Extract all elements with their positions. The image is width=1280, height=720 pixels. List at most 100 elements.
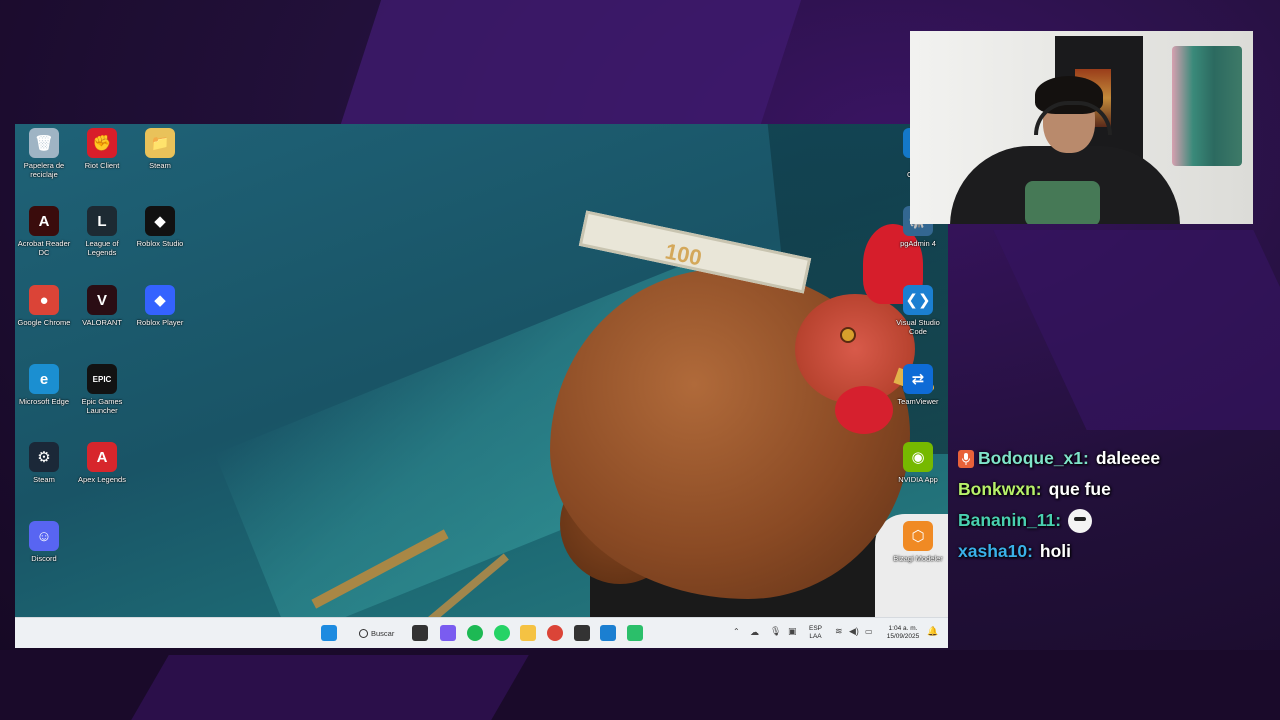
shortcut-label-line1: Steam	[33, 475, 55, 484]
chrome-shortcut[interactable]: ● Google Chrome	[15, 285, 73, 327]
webcam-clothes-rack	[1172, 46, 1242, 166]
steam-shortcut[interactable]: ⚙ Steam	[15, 442, 73, 484]
apex-shortcut[interactable]: A Apex Legends	[73, 442, 131, 484]
league-shortcut[interactable]: L League of Legends	[73, 206, 131, 257]
spotify-icon[interactable]	[467, 625, 483, 641]
battery-icon[interactable]: ▭	[865, 627, 873, 636]
chevron-up-icon[interactable]: ⌃	[733, 627, 740, 636]
shortcut-label-line1: Epic Games	[81, 397, 123, 406]
streamer-shirt-print	[1025, 181, 1100, 224]
acrobat-icon: A	[29, 206, 59, 236]
shortcut-label-line2: DC	[38, 248, 50, 257]
nvidia-shortcut[interactable]: ◉ NVIDIA App	[889, 442, 947, 484]
start-icon[interactable]	[321, 625, 337, 641]
shortcut-label-line1: Google Chrome	[17, 318, 71, 327]
shortcut-label: Epic Games Launcher	[73, 397, 131, 415]
shortcut-label: Steam	[15, 475, 73, 484]
shortcut-label-line1: Roblox Studio	[136, 239, 184, 248]
task-view-icon[interactable]	[412, 625, 428, 641]
microphone-badge-icon	[958, 449, 974, 468]
shortcut-label-line1: Discord	[31, 554, 57, 563]
desktop-capture: 100 🗑 Papelera de reciclaje ✊ Riot Client 📁 St…	[15, 124, 948, 648]
chat-overlay: Bodoque_x1: daleeee Bonkwxn: que fue Bananin…	[958, 443, 1278, 567]
chat-message: xasha10: holi	[958, 536, 1278, 567]
shortcut-label-line1: Microsoft Edge	[18, 397, 70, 406]
chat-username: Bodoque_x1:	[978, 448, 1089, 468]
shortcut-label: pgAdmin 4	[889, 239, 947, 248]
chat-username: Bananin_11:	[958, 510, 1062, 530]
taskbar-search[interactable]: Buscar	[351, 624, 401, 642]
shortcut-label: Apex Legends	[73, 475, 131, 484]
clock[interactable]: 1:04 a. m. 15/09/2025	[881, 625, 925, 641]
shortcut-label-line1: League of	[85, 239, 119, 248]
epic-games-shortcut[interactable]: EPIC Epic Games Launcher	[73, 364, 131, 415]
keyboard-layout: LAA	[809, 633, 822, 640]
chat-message: Bananin_11:	[958, 505, 1278, 536]
webcam-overlay	[910, 31, 1253, 224]
shortcut-label-line1: NVIDIA App	[898, 475, 938, 484]
bizagi-shortcut[interactable]: ⬡ Bizagi Modeler	[889, 521, 947, 563]
chrome-taskbar-icon[interactable]	[547, 625, 563, 641]
shortcut-label: Acrobat Reader DC	[15, 239, 73, 257]
roblox-studio-shortcut[interactable]: ◆ Roblox Studio	[131, 206, 189, 248]
onedrive-icon[interactable]: ☁	[750, 627, 759, 638]
shortcut-label: Papelera de reciclaje	[15, 161, 73, 179]
volume-icon[interactable]: ◀)	[849, 626, 859, 637]
shortcut-label: VALORANT	[73, 318, 131, 327]
vscode-shortcut[interactable]: ❮❯ Visual Studio Code	[889, 285, 947, 336]
vscode-taskbar-icon[interactable]	[600, 625, 616, 641]
wallpaper-hen-eye	[840, 327, 856, 343]
shortcut-label-line1: Riot Client	[84, 161, 120, 170]
discord-shortcut[interactable]: ☺ Discord	[15, 521, 73, 563]
discord-icon: ☺	[29, 521, 59, 551]
shortcut-label: Roblox Player	[131, 318, 189, 327]
whatsapp-icon[interactable]	[494, 625, 510, 641]
epic-games-icon: EPIC	[87, 364, 117, 394]
shortcut-label-line1: pgAdmin 4	[900, 239, 936, 248]
device-icon[interactable]: ▣	[788, 626, 797, 637]
chat-text: que fue	[1048, 479, 1111, 499]
steam-folder-shortcut[interactable]: 📁 Steam	[131, 128, 189, 170]
riot-client-icon: ✊	[87, 128, 117, 158]
microphone-icon[interactable]: 🎙	[770, 626, 781, 637]
riot-client-shortcut[interactable]: ✊ Riot Client	[73, 128, 131, 170]
shortcut-label-line2: Code	[909, 327, 927, 336]
teamviewer-shortcut[interactable]: ⇄ TeamViewer	[889, 364, 947, 406]
recycle-bin-shortcut[interactable]: 🗑 Papelera de reciclaje	[15, 128, 73, 179]
roblox-player-shortcut[interactable]: ◆ Roblox Player	[131, 285, 189, 327]
shortcut-label-line1: Steam	[149, 161, 171, 170]
notification-bell-icon[interactable]: 🔔	[927, 626, 938, 637]
sunglasses-emote-icon	[1068, 508, 1093, 533]
obs-icon[interactable]	[627, 625, 643, 641]
chat-username: xasha10:	[958, 541, 1033, 561]
shortcut-label: Steam	[131, 161, 189, 170]
acrobat-shortcut[interactable]: A Acrobat Reader DC	[15, 206, 73, 257]
language-code: ESP	[809, 625, 823, 632]
shortcut-label-line1: Acrobat Reader	[17, 239, 71, 248]
roblox-player-icon: ◆	[145, 285, 175, 315]
chat-username: Bonkwxn:	[958, 479, 1042, 499]
shortcut-label: NVIDIA App	[889, 475, 947, 484]
shortcut-label: League of Legends	[73, 239, 131, 257]
wifi-icon[interactable]: ≋	[835, 626, 843, 637]
shortcut-label-line1: Papelera de	[23, 161, 65, 170]
edge-icon: e	[29, 364, 59, 394]
file-explorer-icon[interactable]	[520, 625, 536, 641]
copilot-icon[interactable]	[440, 625, 456, 641]
nvidia-icon: ◉	[903, 442, 933, 472]
background-shard	[338, 0, 802, 130]
vscode-icon: ❮❯	[903, 285, 933, 315]
background-shard	[131, 655, 529, 720]
shortcut-label: Discord	[15, 554, 73, 563]
clock-time: 1:04 a. m.	[888, 625, 918, 632]
unity-icon[interactable]	[574, 625, 590, 641]
teamviewer-icon: ⇄	[903, 364, 933, 394]
edge-shortcut[interactable]: e Microsoft Edge	[15, 364, 73, 406]
steam-folder-icon: 📁	[145, 128, 175, 158]
taskbar: Buscar ⌃ ☁ 🎙 ▣ ESP LAA ≋ ◀) ▭ 1:04 a. m.…	[15, 617, 948, 648]
league-icon: L	[87, 206, 117, 236]
shortcut-label: Riot Client	[73, 161, 131, 170]
language-indicator[interactable]: ESP LAA	[809, 625, 822, 641]
valorant-shortcut[interactable]: V VALORANT	[73, 285, 131, 327]
shortcut-label-line2: Legends	[87, 248, 117, 257]
